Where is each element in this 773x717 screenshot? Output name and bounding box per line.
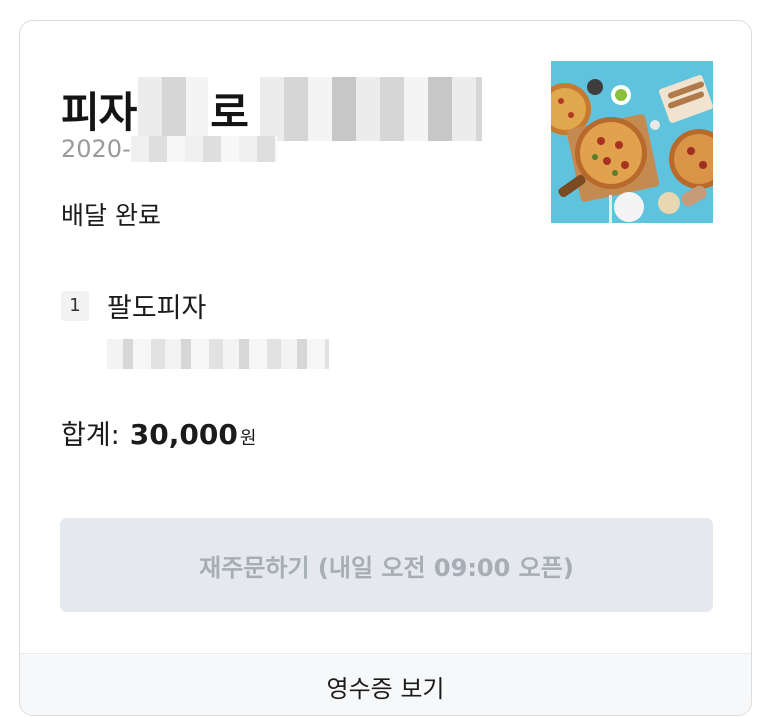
total-amount: 30,000 [129, 418, 238, 451]
total-currency-unit: 원 [239, 428, 257, 449]
view-receipt-button[interactable]: 영수증 보기 [20, 653, 751, 715]
item-options-redacted [107, 339, 329, 369]
reorder-button[interactable]: 재주문하기 (내일 오전 09:00 오픈) [60, 518, 713, 612]
store-branch-redacted [259, 77, 482, 141]
store-name-suffix: 로 [210, 87, 249, 137]
order-total: 합계: 30,000 원 [61, 413, 256, 452]
item-name: 팔도피자 [107, 293, 207, 324]
total-label: 합계: [61, 420, 120, 451]
order-date: 2020- [61, 133, 277, 165]
order-date-redacted [130, 136, 277, 162]
store-name-prefix: 피자 [61, 87, 137, 137]
order-date-prefix: 2020- [61, 135, 131, 163]
item-quantity-badge: 1 [61, 290, 89, 321]
order-item-row: 1 팔도피자 [61, 286, 206, 325]
order-status: 배달 완료 [61, 201, 161, 230]
store-name-redacted [138, 77, 209, 141]
order-card[interactable]: 피자 로 2020- 배달 완료 1 팔도피자 합계: 30,000 원 재주문… [19, 20, 752, 716]
pizza-photo-thumbnail [551, 61, 713, 223]
